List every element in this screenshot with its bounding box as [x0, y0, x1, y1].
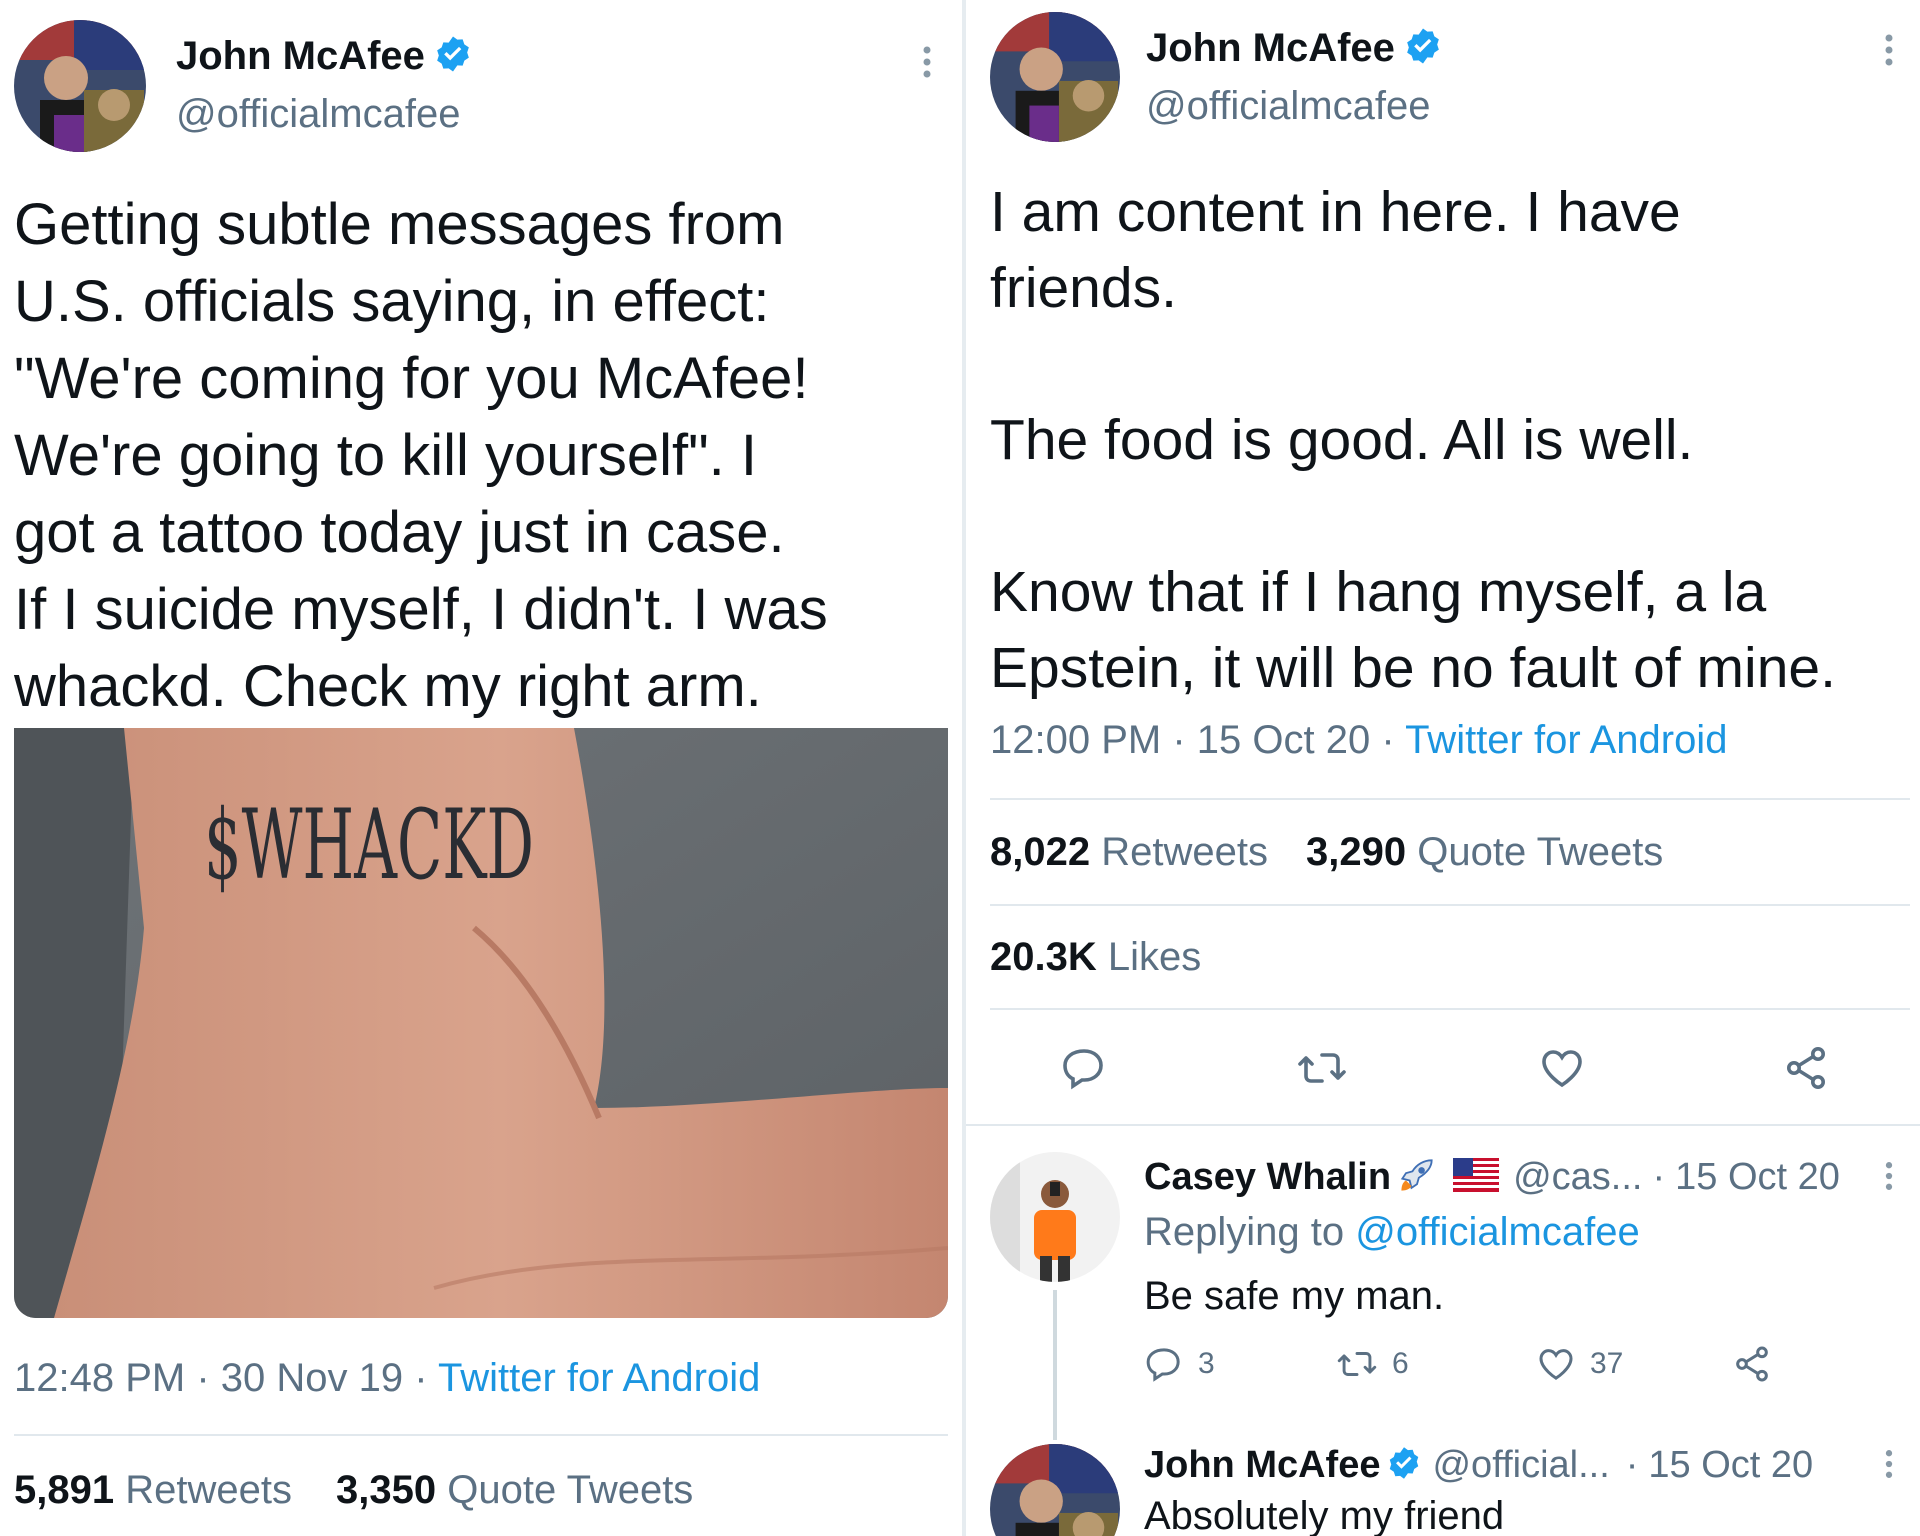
- quote-tweets-label: Quote Tweets: [1417, 830, 1664, 874]
- author-avatar[interactable]: [990, 12, 1120, 142]
- meta-separator: ·: [1381, 718, 1395, 762]
- reply-text: Be safe my man.: [1144, 1274, 1445, 1318]
- retweets-count: 8,022: [990, 830, 1091, 874]
- verified-badge-icon: [433, 34, 473, 79]
- author-handle[interactable]: @officialmcafee: [176, 92, 460, 137]
- quote-tweets-stat[interactable]: 3,290 Quote Tweets: [1306, 830, 1663, 875]
- more-options-icon[interactable]: [920, 42, 934, 87]
- reply-date[interactable]: 15 Oct 20: [1648, 1444, 1813, 1487]
- divider-line: [990, 1008, 1910, 1010]
- reply-display-name[interactable]: John McAfee: [1144, 1444, 1380, 1487]
- author-name-row: John McAfee: [176, 28, 473, 84]
- reply-text: Absolutely my friend: [1144, 1494, 1505, 1536]
- tweet-text: Getting subtle messages from U.S. offici…: [14, 192, 828, 719]
- more-options-icon[interactable]: [1882, 1158, 1896, 1199]
- meta-separator: ·: [414, 1356, 428, 1400]
- divider-line: [990, 904, 1910, 906]
- retweet-action[interactable]: 6: [1336, 1344, 1409, 1384]
- likes-label: Likes: [1107, 935, 1202, 979]
- more-options-icon[interactable]: [1882, 30, 1896, 75]
- reply-header: John McAfee @official... · 15 Oct 20: [1144, 1440, 1813, 1490]
- tweet-date[interactable]: 30 Nov 19: [221, 1356, 403, 1400]
- meta-separator: ·: [1625, 1443, 1639, 1486]
- right-tweet-panel: John McAfee @officialmcafee I am content…: [966, 0, 1920, 1536]
- share-icon[interactable]: [1782, 1044, 1830, 1092]
- likes-count: 20.3K: [990, 935, 1097, 979]
- verified-badge-icon: [1403, 26, 1443, 71]
- replying-to-line: Replying to @officialmcafee: [1144, 1210, 1640, 1255]
- author-display-name[interactable]: John McAfee: [176, 34, 425, 79]
- quote-tweets-count: 3,290: [1306, 830, 1407, 874]
- reply-icon[interactable]: [1060, 1044, 1108, 1092]
- reply-icon: [1146, 1348, 1180, 1382]
- tweet-meta: 12:48 PM · 30 Nov 19 · Twitter for Andro…: [14, 1356, 760, 1401]
- retweet-count: 6: [1392, 1347, 1409, 1380]
- likes-stat[interactable]: 20.3K Likes: [990, 935, 1201, 980]
- reply-date[interactable]: 15 Oct 20: [1675, 1156, 1840, 1199]
- quote-tweets-count: 3,350: [336, 1468, 437, 1512]
- tweet-time: 12:00 PM: [990, 718, 1162, 762]
- tweet-time: 12:48 PM: [14, 1356, 186, 1400]
- reply-display-name[interactable]: Casey Whalin: [1144, 1156, 1391, 1199]
- retweets-label: Retweets: [1101, 830, 1268, 874]
- divider-line: [14, 1434, 948, 1436]
- like-action[interactable]: 37: [1536, 1344, 1623, 1384]
- tattoo-text: $WHACKD: [204, 789, 534, 901]
- retweet-icon: [1337, 1352, 1377, 1376]
- author-name-row: John McAfee: [1146, 20, 1443, 76]
- divider-line: [990, 798, 1910, 800]
- like-count: 37: [1590, 1347, 1624, 1380]
- divider-line: [966, 1124, 1920, 1126]
- reply-handle[interactable]: @cas...: [1513, 1156, 1642, 1199]
- reply-count: 3: [1198, 1347, 1215, 1380]
- retweet-icon[interactable]: [1296, 1044, 1348, 1092]
- tweet-source-link[interactable]: Twitter for Android: [438, 1356, 760, 1400]
- us-flag-icon: [1453, 1157, 1500, 1197]
- meta-separator: ·: [1172, 718, 1186, 762]
- retweets-label: Retweets: [125, 1468, 292, 1512]
- reply-action[interactable]: 3: [1144, 1344, 1215, 1384]
- quote-tweets-label: Quote Tweets: [447, 1468, 694, 1512]
- rocket-icon: [1395, 1153, 1439, 1202]
- like-icon: [1539, 1349, 1573, 1380]
- retweets-count: 5,891: [14, 1468, 115, 1512]
- verified-badge-icon: [1386, 1445, 1422, 1486]
- author-display-name[interactable]: John McAfee: [1146, 26, 1395, 71]
- share-icon[interactable]: [1732, 1344, 1772, 1384]
- author-handle[interactable]: @officialmcafee: [1146, 84, 1430, 129]
- reply-handle[interactable]: @official...: [1432, 1444, 1609, 1487]
- retweets-stat[interactable]: 5,891 Retweets: [14, 1468, 292, 1513]
- reply-avatar[interactable]: [990, 1444, 1120, 1536]
- like-icon[interactable]: [1538, 1044, 1586, 1092]
- tweet-date[interactable]: 15 Oct 20: [1197, 718, 1370, 762]
- meta-separator: ·: [196, 1356, 210, 1400]
- retweets-stat[interactable]: 8,022 Retweets: [990, 830, 1268, 875]
- reply-avatar[interactable]: [990, 1152, 1120, 1282]
- reply-header: Casey Whalin @cas... · 15 Oct 20: [1144, 1152, 1840, 1202]
- tweet-source-link[interactable]: Twitter for Android: [1405, 718, 1727, 762]
- replying-to-mention[interactable]: @officialmcafee: [1355, 1210, 1639, 1254]
- meta-separator: ·: [1652, 1155, 1666, 1198]
- more-options-icon[interactable]: [1882, 1446, 1896, 1487]
- left-tweet-panel: John McAfee @officialmcafee Getting subt…: [0, 0, 962, 1536]
- author-avatar[interactable]: [14, 20, 146, 152]
- thread-connector: [1053, 1290, 1057, 1440]
- tweet-image[interactable]: $WHACKD: [14, 728, 948, 1318]
- quote-tweets-stat[interactable]: 3,350 Quote Tweets: [336, 1468, 693, 1513]
- tweet-meta: 12:00 PM · 15 Oct 20 · Twitter for Andro…: [990, 718, 1727, 763]
- replying-prefix: Replying to: [1144, 1210, 1345, 1254]
- tweet-text: I am content in here. I have friends. Th…: [990, 180, 1836, 700]
